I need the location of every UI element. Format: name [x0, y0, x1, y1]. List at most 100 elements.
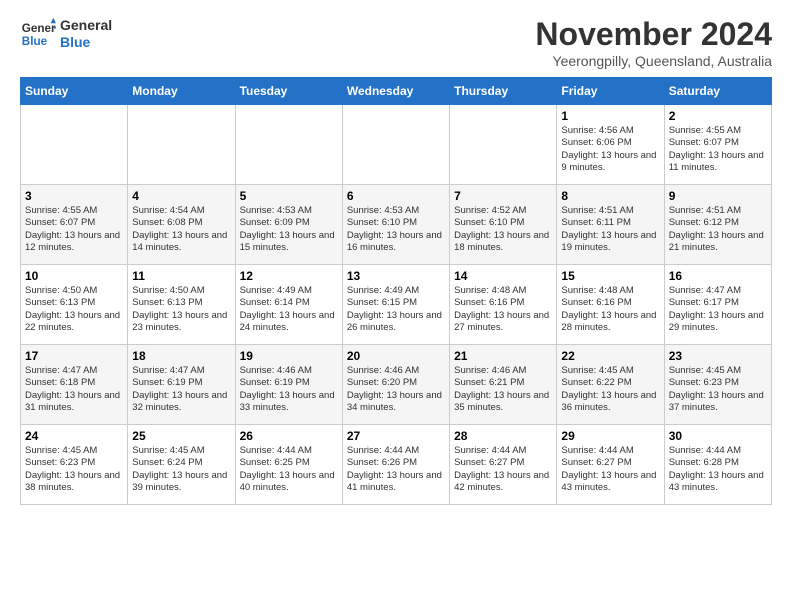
day-info: Sunrise: 4:53 AMSunset: 6:09 PMDaylight:…: [240, 205, 338, 254]
day-number: 20: [347, 349, 445, 363]
calendar-cell: 25 Sunrise: 4:45 AMSunset: 6:24 PMDayligh…: [128, 425, 235, 505]
day-info: Sunrise: 4:46 AMSunset: 6:19 PMDaylight:…: [240, 365, 338, 414]
day-number: 21: [454, 349, 552, 363]
day-info: Sunrise: 4:45 AMSunset: 6:22 PMDaylight:…: [561, 365, 659, 414]
day-info: Sunrise: 4:47 AMSunset: 6:18 PMDaylight:…: [25, 365, 123, 414]
day-number: 2: [669, 109, 767, 123]
calendar-cell: [450, 105, 557, 185]
day-number: 12: [240, 269, 338, 283]
calendar-cell: 6 Sunrise: 4:53 AMSunset: 6:10 PMDaylight…: [342, 185, 449, 265]
day-number: 16: [669, 269, 767, 283]
day-number: 28: [454, 429, 552, 443]
calendar-cell: 28Sunrise: 4:44 AMSunset: 6:27 PMDayligh…: [450, 425, 557, 505]
month-title: November 2024: [535, 16, 772, 53]
calendar-cell: 4 Sunrise: 4:54 AMSunset: 6:08 PMDaylight…: [128, 185, 235, 265]
day-info: Sunrise: 4:44 AMSunset: 6:27 PMDaylight:…: [561, 445, 659, 494]
day-info: Sunrise: 4:47 AMSunset: 6:19 PMDaylight:…: [132, 365, 230, 414]
title-block: November 2024 Yeerongpilly, Queensland, …: [535, 16, 772, 69]
day-info: Sunrise: 4:52 AMSunset: 6:10 PMDaylight:…: [454, 205, 552, 254]
day-number: 23: [669, 349, 767, 363]
day-info: Sunrise: 4:49 AMSunset: 6:14 PMDaylight:…: [240, 285, 338, 334]
calendar-cell: [342, 105, 449, 185]
day-info: Sunrise: 4:50 AMSunset: 6:13 PMDaylight:…: [25, 285, 123, 334]
day-number: 8: [561, 189, 659, 203]
calendar-cell: 12 Sunrise: 4:49 AMSunset: 6:14 PMDayligh…: [235, 265, 342, 345]
calendar-cell: 17Sunrise: 4:47 AMSunset: 6:18 PMDayligh…: [21, 345, 128, 425]
day-info: Sunrise: 4:44 AMSunset: 6:25 PMDaylight:…: [240, 445, 338, 494]
calendar-cell: 11Sunrise: 4:50 AMSunset: 6:13 PMDayligh…: [128, 265, 235, 345]
day-info: Sunrise: 4:45 AMSunset: 6:24 PMDaylight:…: [132, 445, 230, 494]
day-info: Sunrise: 4:56 AMSunset: 6:06 PMDaylight:…: [561, 125, 659, 174]
day-number: 15: [561, 269, 659, 283]
day-number: 6: [347, 189, 445, 203]
calendar-cell: 30 Sunrise: 4:44 AMSunset: 6:28 PMDayligh…: [664, 425, 771, 505]
day-info: Sunrise: 4:48 AMSunset: 6:16 PMDaylight:…: [454, 285, 552, 334]
svg-text:General: General: [22, 22, 56, 35]
calendar-cell: 18 Sunrise: 4:47 AMSunset: 6:19 PMDayligh…: [128, 345, 235, 425]
day-number: 29: [561, 429, 659, 443]
header-row: SundayMondayTuesdayWednesdayThursdayFrid…: [21, 78, 772, 105]
week-row-5: 24 Sunrise: 4:45 AMSunset: 6:23 PMDayligh…: [21, 425, 772, 505]
calendar-cell: 1Sunrise: 4:56 AMSunset: 6:06 PMDaylight…: [557, 105, 664, 185]
logo-icon: General Blue: [20, 16, 56, 52]
day-number: 19: [240, 349, 338, 363]
day-info: Sunrise: 4:44 AMSunset: 6:28 PMDaylight:…: [669, 445, 767, 494]
week-row-3: 10Sunrise: 4:50 AMSunset: 6:13 PMDayligh…: [21, 265, 772, 345]
header-wednesday: Wednesday: [342, 78, 449, 105]
logo-blue: Blue: [60, 34, 112, 51]
calendar-cell: 19 Sunrise: 4:46 AMSunset: 6:19 PMDayligh…: [235, 345, 342, 425]
calendar-cell: 22 Sunrise: 4:45 AMSunset: 6:22 PMDayligh…: [557, 345, 664, 425]
header-saturday: Saturday: [664, 78, 771, 105]
day-info: Sunrise: 4:47 AMSunset: 6:17 PMDaylight:…: [669, 285, 767, 334]
day-info: Sunrise: 4:46 AMSunset: 6:21 PMDaylight:…: [454, 365, 552, 414]
svg-text:Blue: Blue: [22, 35, 48, 48]
week-row-1: 1Sunrise: 4:56 AMSunset: 6:06 PMDaylight…: [21, 105, 772, 185]
day-info: Sunrise: 4:50 AMSunset: 6:13 PMDaylight:…: [132, 285, 230, 334]
day-number: 14: [454, 269, 552, 283]
calendar-cell: 27Sunrise: 4:44 AMSunset: 6:26 PMDayligh…: [342, 425, 449, 505]
day-info: Sunrise: 4:53 AMSunset: 6:10 PMDaylight:…: [347, 205, 445, 254]
calendar-cell: 10Sunrise: 4:50 AMSunset: 6:13 PMDayligh…: [21, 265, 128, 345]
logo-general: General: [60, 17, 112, 34]
day-number: 7: [454, 189, 552, 203]
calendar-cell: 16 Sunrise: 4:47 AMSunset: 6:17 PMDayligh…: [664, 265, 771, 345]
header-tuesday: Tuesday: [235, 78, 342, 105]
day-info: Sunrise: 4:54 AMSunset: 6:08 PMDaylight:…: [132, 205, 230, 254]
day-info: Sunrise: 4:55 AMSunset: 6:07 PMDaylight:…: [669, 125, 767, 174]
calendar-header: SundayMondayTuesdayWednesdayThursdayFrid…: [21, 78, 772, 105]
calendar-cell: [235, 105, 342, 185]
day-info: Sunrise: 4:51 AMSunset: 6:12 PMDaylight:…: [669, 205, 767, 254]
calendar-cell: 20 Sunrise: 4:46 AMSunset: 6:20 PMDayligh…: [342, 345, 449, 425]
day-number: 25: [132, 429, 230, 443]
calendar-cell: 26Sunrise: 4:44 AMSunset: 6:25 PMDayligh…: [235, 425, 342, 505]
calendar-cell: 14 Sunrise: 4:48 AMSunset: 6:16 PMDayligh…: [450, 265, 557, 345]
calendar-cell: 29 Sunrise: 4:44 AMSunset: 6:27 PMDayligh…: [557, 425, 664, 505]
day-number: 22: [561, 349, 659, 363]
calendar-table: SundayMondayTuesdayWednesdayThursdayFrid…: [20, 77, 772, 505]
logo: General Blue General Blue: [20, 16, 112, 52]
calendar-cell: 5Sunrise: 4:53 AMSunset: 6:09 PMDaylight…: [235, 185, 342, 265]
week-row-4: 17Sunrise: 4:47 AMSunset: 6:18 PMDayligh…: [21, 345, 772, 425]
day-number: 18: [132, 349, 230, 363]
header-sunday: Sunday: [21, 78, 128, 105]
day-info: Sunrise: 4:48 AMSunset: 6:16 PMDaylight:…: [561, 285, 659, 334]
day-number: 24: [25, 429, 123, 443]
calendar-cell: 21 Sunrise: 4:46 AMSunset: 6:21 PMDayligh…: [450, 345, 557, 425]
day-info: Sunrise: 4:45 AMSunset: 6:23 PMDaylight:…: [25, 445, 123, 494]
day-number: 27: [347, 429, 445, 443]
calendar-cell: 2 Sunrise: 4:55 AMSunset: 6:07 PMDaylight…: [664, 105, 771, 185]
calendar-cell: 8Sunrise: 4:51 AMSunset: 6:11 PMDaylight…: [557, 185, 664, 265]
day-number: 3: [25, 189, 123, 203]
calendar-cell: 9 Sunrise: 4:51 AMSunset: 6:12 PMDaylight…: [664, 185, 771, 265]
location-subtitle: Yeerongpilly, Queensland, Australia: [535, 53, 772, 69]
day-number: 9: [669, 189, 767, 203]
day-number: 4: [132, 189, 230, 203]
page-header: General Blue General Blue November 2024 …: [20, 16, 772, 69]
calendar-cell: 13Sunrise: 4:49 AMSunset: 6:15 PMDayligh…: [342, 265, 449, 345]
calendar-cell: 23Sunrise: 4:45 AMSunset: 6:23 PMDayligh…: [664, 345, 771, 425]
calendar-cell: 15 Sunrise: 4:48 AMSunset: 6:16 PMDayligh…: [557, 265, 664, 345]
day-info: Sunrise: 4:46 AMSunset: 6:20 PMDaylight:…: [347, 365, 445, 414]
day-info: Sunrise: 4:55 AMSunset: 6:07 PMDaylight:…: [25, 205, 123, 254]
header-monday: Monday: [128, 78, 235, 105]
day-number: 30: [669, 429, 767, 443]
